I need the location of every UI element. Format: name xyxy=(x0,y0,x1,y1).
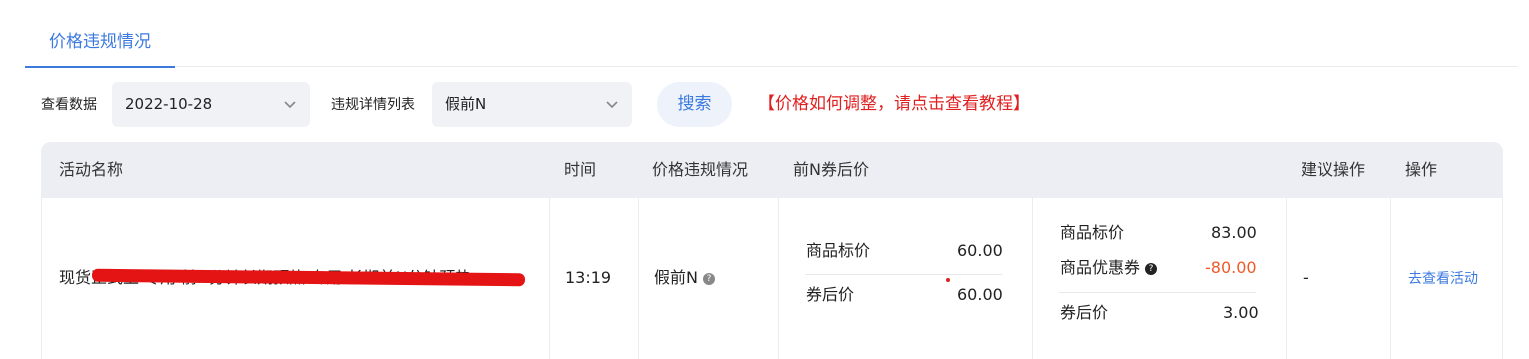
time-cell: 13:19 xyxy=(565,268,612,287)
before-n-list-price: 60.00 xyxy=(957,241,1003,260)
tab-bar: 价格违规情况 xyxy=(25,0,1518,68)
header-operation: 操作 xyxy=(1405,160,1438,179)
column-divider xyxy=(549,198,550,359)
view-activity-link[interactable]: 去查看活动 xyxy=(1408,269,1478,289)
date-select-value: 2022-10-28 xyxy=(125,95,213,113)
violation-table: 活动名称 时间 价格违规情况 前N券后价 建议操作 操作 现货正式上 专用 前N… xyxy=(41,142,1503,359)
tab-price-violation[interactable]: 价格违规情况 xyxy=(25,30,175,68)
current-after-coupon-label: 券后价 xyxy=(1060,303,1109,322)
search-button[interactable]: 搜索 xyxy=(657,82,732,127)
column-divider xyxy=(778,198,779,359)
header-time: 时间 xyxy=(564,160,597,179)
current-coupon-label: 商品优惠券 xyxy=(1060,258,1141,277)
header-suggestion: 建议操作 xyxy=(1301,160,1366,179)
table-header: 活动名称 时间 价格违规情况 前N券后价 建议操作 操作 xyxy=(41,142,1503,198)
suggestion-cell: - xyxy=(1303,268,1309,287)
help-icon[interactable]: ? xyxy=(1145,262,1158,275)
list-label: 违规详情列表 xyxy=(331,97,415,113)
table-row: 现货正式上 专用 前N分钟长期预热 专用 长期前N分钟预热 13:19 假前N?… xyxy=(41,198,1503,359)
divider xyxy=(805,274,1002,275)
marker-dot xyxy=(946,278,950,282)
date-select[interactable]: 2022-10-28 xyxy=(112,82,310,127)
header-activity-name: 活动名称 xyxy=(59,160,124,179)
violation-list-select[interactable]: 假前N xyxy=(432,82,632,127)
column-divider xyxy=(1286,198,1287,359)
before-n-after-coupon-label: 券后价 xyxy=(806,285,855,304)
chevron-down-icon xyxy=(606,101,618,109)
column-divider xyxy=(1032,198,1033,359)
header-price-before-n: 前N券后价 xyxy=(793,160,869,179)
current-list-price-label: 商品标价 xyxy=(1060,223,1125,242)
divider xyxy=(1059,292,1256,293)
before-n-after-coupon: 60.00 xyxy=(957,285,1003,304)
page: 价格违规情况 查看数据 2022-10-28 违规详情列表 假前N 搜索 【价格… xyxy=(0,0,1529,359)
violation-label: 假前N xyxy=(654,268,698,287)
header-violation: 价格违规情况 xyxy=(652,160,749,179)
current-list-price: 83.00 xyxy=(1211,223,1257,242)
tutorial-link[interactable]: 【价格如何调整，请点击查看教程】 xyxy=(758,92,1030,116)
list-select-value: 假前N xyxy=(445,95,487,113)
column-divider xyxy=(1390,198,1391,359)
date-label: 查看数据 xyxy=(41,97,97,113)
tab-label: 价格违规情况 xyxy=(49,32,151,52)
current-after-coupon: 3.00 xyxy=(1223,303,1259,322)
violation-cell: 假前N? xyxy=(654,267,715,289)
help-icon[interactable]: ? xyxy=(702,272,715,285)
tab-underline xyxy=(25,66,175,68)
current-coupon-value: -80.00 xyxy=(1205,258,1257,277)
before-n-list-price-label: 商品标价 xyxy=(806,241,871,260)
chevron-down-icon xyxy=(284,101,296,109)
column-divider xyxy=(638,198,639,359)
current-coupon-row: 商品优惠券? xyxy=(1060,257,1158,279)
